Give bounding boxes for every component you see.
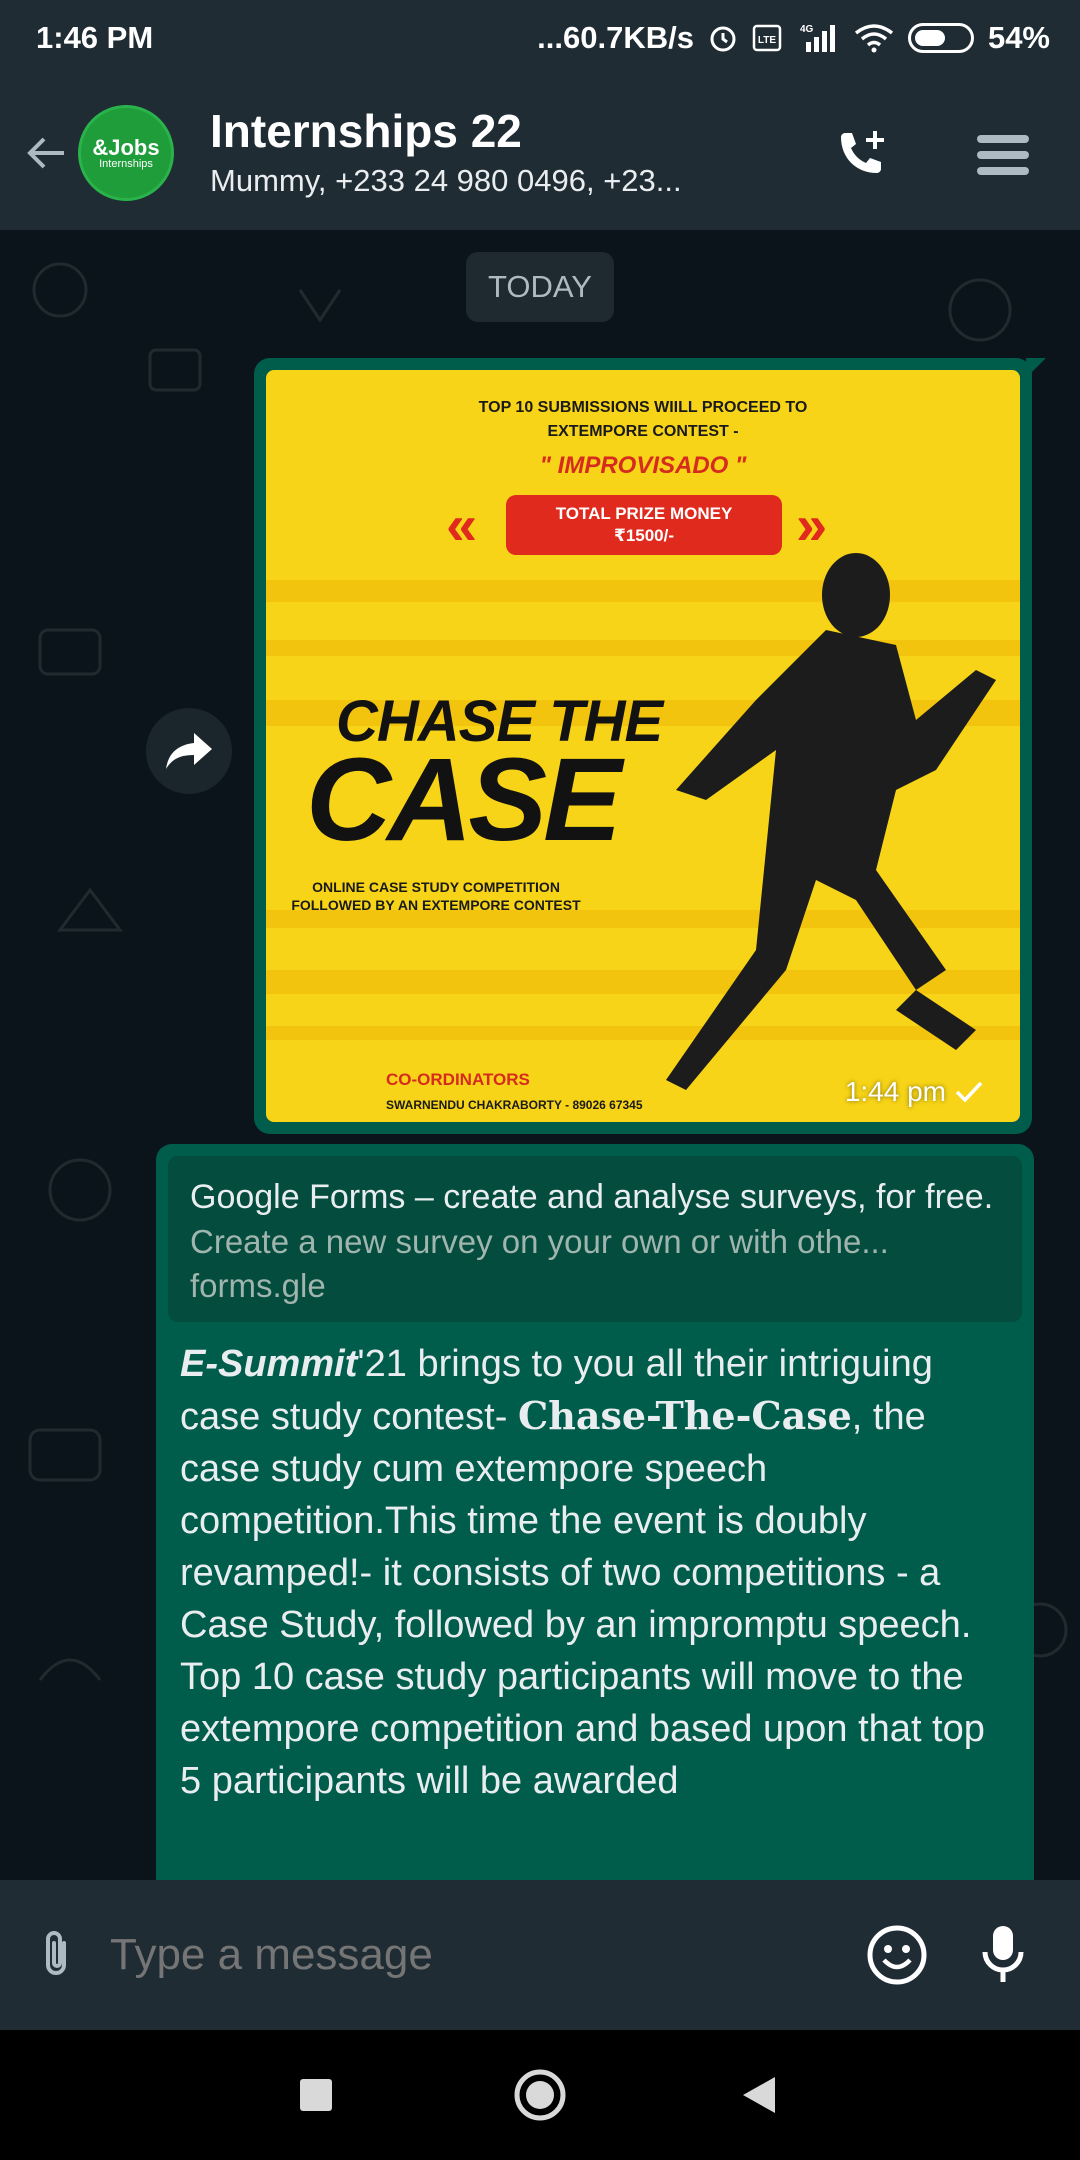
poster-sub-line2: FOLLOWED BY AN EXTEMPORE CONTEST [291,897,581,913]
back-button[interactable] [16,123,76,183]
recents-icon [300,2079,332,2111]
home-icon [514,2069,566,2121]
battery-icon [907,23,974,53]
message-serif-text: Chase-The-Case [517,1393,852,1438]
status-indicators: ...60.7KB/s LTE 4G 54% [537,20,1050,56]
message-text-part2: , the case study cum extempore speech co… [180,1396,985,1802]
forward-icon [166,733,212,769]
prize-line1: TOTAL PRIZE MONEY [555,504,733,523]
alarm-icon [708,23,738,53]
poster-top-text: TOP 10 SUBMISSIONS WIILL PROCEED TO EXTE… [266,396,1020,444]
home-button[interactable] [505,2060,575,2130]
poster-image[interactable]: TOP 10 SUBMISSIONS WIILL PROCEED TO EXTE… [266,370,1020,1122]
poster-improvisado: " IMPROVISADO " [539,452,747,479]
chat-info[interactable]: Internships 22 Mummy, +233 24 980 0496, … [210,103,770,203]
attach-icon [46,1931,66,1975]
system-nav-bar [0,2030,1080,2160]
signal-icon: 4G [796,22,840,54]
runner-silhouette [666,553,996,1090]
status-bar: 1:46 PM ...60.7KB/s LTE 4G 54% [0,0,1080,76]
poster-sub-line1: ONLINE CASE STUDY COMPETITION [312,879,560,895]
poster-subtitle: ONLINE CASE STUDY COMPETITION FOLLOWED B… [286,878,586,914]
recents-button[interactable] [281,2060,351,2130]
avatar-text: &Jobs [92,134,160,160]
poster-top-line1: TOP 10 SUBMISSIONS WIILL PROCEED TO [478,399,808,416]
back-icon [743,2077,775,2113]
message-meta: 1:44 pm [845,1076,984,1108]
link-preview-domain: forms.gle [190,1267,326,1304]
emoji-button[interactable] [862,1920,932,1990]
text-message[interactable]: Google Forms – create and analyse survey… [156,1144,1034,1880]
prize-line2: ₹1500/- [613,526,675,545]
chat-header: &Jobs Internships Internships 22 Mummy, … [0,76,1080,230]
wifi-icon [854,23,894,53]
poster-top-line2: EXTEMPORE CONTEST - [547,423,739,440]
status-time: 1:46 PM [36,20,154,55]
poster-coordinators: CO-ORDINATORS [386,1070,530,1089]
menu-button[interactable] [968,120,1038,190]
attach-button[interactable] [26,1925,86,1985]
poster-title-line2: CASE [306,734,622,866]
message-input[interactable] [110,1915,810,1995]
check-icon [955,1081,983,1103]
prize-banner: TOTAL PRIZE MONEY ₹1500/- [506,495,782,555]
avatar-subtext: Internships [99,157,153,170]
emoji-icon [867,1925,927,1985]
svg-text:4G: 4G [800,24,814,35]
poster-coordinator-name: SWARNENDU CHAKRABORTY - 89026 67345 [386,1098,643,1112]
chevron-right-icon: » [796,493,828,556]
back-arrow-icon [27,137,64,169]
forward-button[interactable] [146,708,232,794]
message-composer [0,1880,1080,2030]
image-message[interactable]: TOP 10 SUBMISSIONS WIILL PROCEED TO EXTE… [254,358,1046,1134]
message-time: 1:44 pm [844,1076,946,1107]
mic-icon [982,1926,1024,1982]
mic-button[interactable] [968,1920,1038,1990]
svg-text:LTE: LTE [758,35,776,46]
chevron-left-icon: « [446,493,478,556]
nav-back-button[interactable] [724,2060,794,2130]
link-preview[interactable]: Google Forms – create and analyse survey… [168,1156,1022,1322]
link-preview-description: Create a new survey on your own or with … [190,1223,889,1260]
chat-title: Internships 22 [210,105,522,157]
group-avatar[interactable]: &Jobs Internships [78,105,174,201]
add-call-button[interactable] [826,120,896,190]
message-body: E-Summit'21 brings to you all their intr… [168,1322,1022,1807]
date-chip: TODAY [466,252,614,322]
chat-area[interactable]: TODAY TOP 10 SUBMISSIONS WIILL PROCEED T… [0,230,1080,1880]
add-call-icon [841,131,884,173]
message-bold-text: E-Summit [180,1343,358,1385]
network-speed: ...60.7KB/s [537,20,694,55]
volte-icon: LTE [752,23,782,53]
chat-participants: Mummy, +233 24 980 0496, +23... [210,163,682,198]
link-preview-title: Google Forms – create and analyse survey… [190,1178,994,1216]
menu-icon [977,135,1029,175]
battery-level: 54% [987,20,1050,55]
